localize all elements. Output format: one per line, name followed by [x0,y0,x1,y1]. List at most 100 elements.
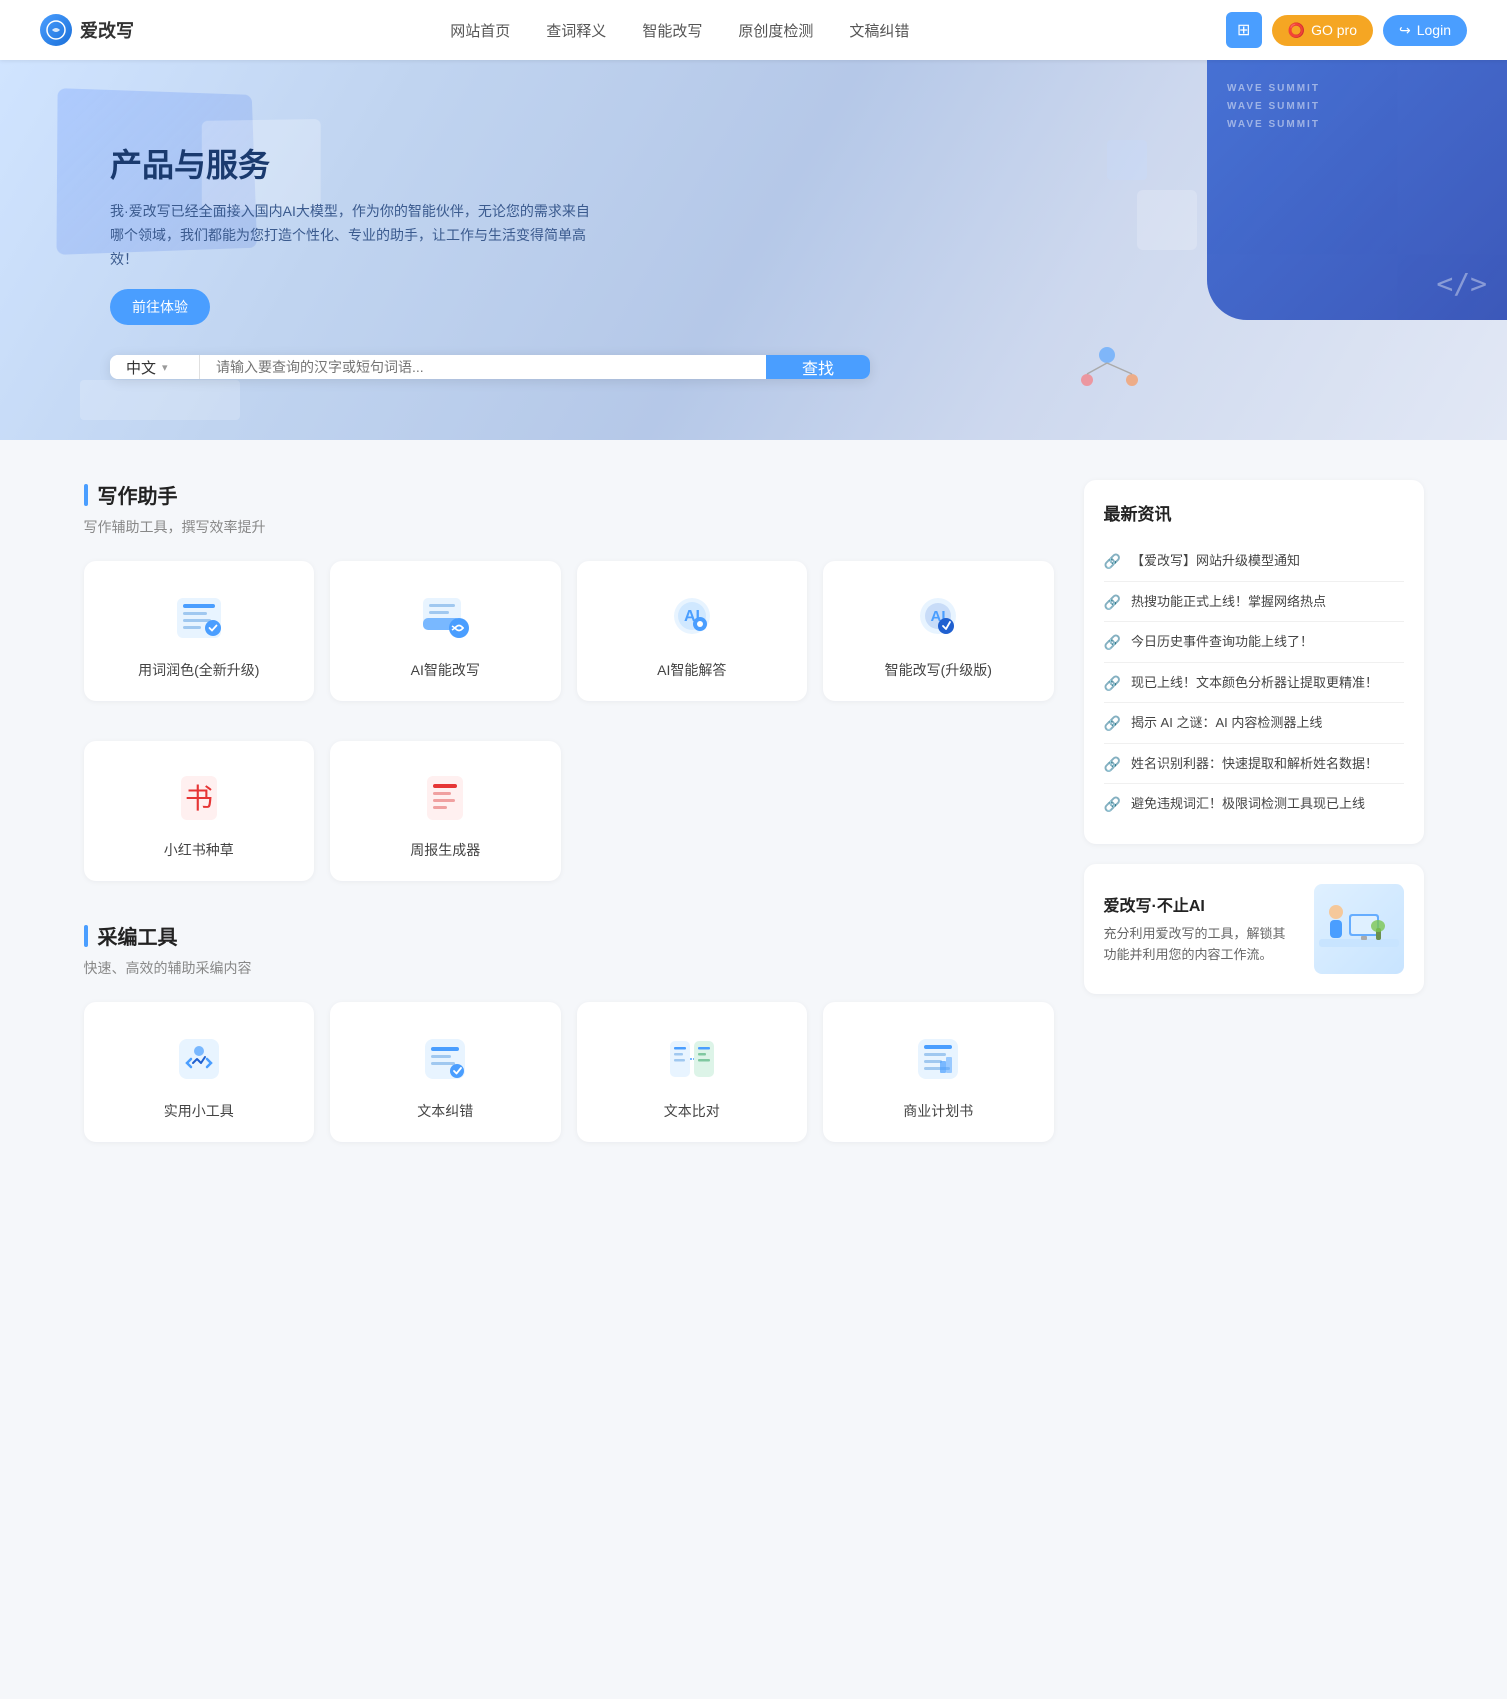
news-text-4: 揭示 AI 之谜：AI 内容检测器上线 [1131,713,1322,733]
news-text-6: 避免违规词汇！极限词检测工具现已上线 [1131,794,1365,814]
tool-ai-rewrite-label: AI智能改写 [411,660,480,680]
nav-rewrite[interactable]: 智能改写 [642,20,702,41]
news-text-2: 今日历史事件查询功能上线了！ [1131,632,1313,652]
news-link-icon-2: 🔗 [1104,634,1121,651]
news-text-3: 现已上线！文本颜色分析器让提取更精准！ [1131,673,1378,693]
promo-figure [1314,884,1404,974]
promo-desc: 充分利用爱改写的工具，解锁其功能并利用您的内容工作流。 [1104,924,1298,966]
xiaohongshu-icon: 书 [171,770,227,826]
go-pro-button[interactable]: ⭕ GO pro [1272,15,1373,46]
caipian-title: 采编工具 [98,921,178,950]
yuci-icon [171,590,227,646]
news-item-5[interactable]: 🔗 姓名识别利器：快速提取和解析姓名数据！ [1104,744,1404,785]
tool-yuci[interactable]: 用词润色(全新升级) [84,561,315,701]
news-text-5: 姓名识别利器：快速提取和解析姓名数据！ [1131,754,1378,774]
login-label: Login [1417,22,1451,38]
ai-answer-icon: AI [664,590,720,646]
news-box: 最新资讯 🔗 【爱改写】网站升级模型通知 🔗 热搜功能正式上线！掌握网络热点 🔗… [1084,480,1424,844]
caipian-section: 采编工具 快速、高效的辅助采编内容 实用小工具 [84,921,1054,1142]
text-correct-icon [417,1031,473,1087]
tool-ai-rewrite[interactable]: AI智能改写 [330,561,561,701]
tool-ai-upgrade[interactable]: AI 智能改写(升级版) [823,561,1054,701]
news-item-0[interactable]: 🔗 【爱改写】网站升级模型通知 [1104,541,1404,582]
tool-text-compare-label: 文本比对 [664,1101,720,1121]
left-column: 写作助手 写作辅助工具，撰写效率提升 [84,480,1054,1182]
tool-utilities[interactable]: 实用小工具 [84,1002,315,1142]
news-link-icon-6: 🔗 [1104,796,1121,813]
hero-deco-3 [80,380,240,420]
caipian-subtitle: 快速、高效的辅助采编内容 [84,958,1054,978]
tool-text-compare[interactable]: 文本比对 [577,1002,808,1142]
news-item-2[interactable]: 🔗 今日历史事件查询功能上线了！ [1104,622,1404,663]
svg-text:书: 书 [185,783,213,814]
writing-tools-grid: 用词润色(全新升级) [84,561,1054,701]
ai-rewrite-icon [417,590,473,646]
try-button[interactable]: 前往体验 [110,289,210,325]
tool-business-plan[interactable]: 商业计划书 [823,1002,1054,1142]
search-input[interactable] [200,355,766,379]
promo-title: 爱改写·不止AI [1104,892,1298,916]
login-button[interactable]: ↪ Login [1383,15,1467,46]
writing-accent [84,484,88,506]
main-nav: 网站首页 查词释义 智能改写 原创度检测 文稿纠错 [450,20,909,41]
news-link-icon-1: 🔗 [1104,594,1121,611]
news-title: 最新资讯 [1104,500,1404,525]
writing-section: 写作助手 写作辅助工具，撰写效率提升 [84,480,1054,881]
nav-dict[interactable]: 查词释义 [546,20,606,41]
news-item-3[interactable]: 🔗 现已上线！文本颜色分析器让提取更精准！ [1104,663,1404,704]
news-item-1[interactable]: 🔗 热搜功能正式上线！掌握网络热点 [1104,582,1404,623]
main-content: 写作助手 写作辅助工具，撰写效率提升 [54,440,1454,1222]
news-link-icon-3: 🔗 [1104,675,1121,692]
writing-title-row: 写作助手 [84,480,1054,509]
go-pro-icon: ⭕ [1288,22,1305,39]
logo-text: 爱改写 [80,17,134,43]
ai-upgrade-icon: AI [910,590,966,646]
tool-text-correct-label: 文本纠错 [417,1101,473,1121]
tool-text-correct[interactable]: 文本纠错 [330,1002,561,1142]
tool-ai-upgrade-label: 智能改写(升级版) [885,660,992,680]
hero-desc: 我·爱改写已经全面接入国内AI大模型，作为你的智能伙伴，无论您的需求来自哪个领域… [110,200,590,271]
logo[interactable]: 爱改写 [40,14,134,46]
tool-xiaohongshu-label: 小红书种草 [164,840,234,860]
navbar-actions: ⊞ ⭕ GO pro ↪ Login [1226,12,1467,48]
news-text-0: 【爱改写】网站升级模型通知 [1131,551,1300,571]
caipian-accent [84,925,88,947]
caipian-tools-grid: 实用小工具 文本纠错 [84,1002,1054,1142]
search-language-selector[interactable]: 中文 ▾ [110,355,200,379]
search-bar: 中文 ▾ 查找 [110,355,870,379]
tool-xiaohongshu[interactable]: 书 小红书种草 [84,741,315,881]
nav-proofread[interactable]: 文稿纠错 [849,20,909,41]
writing-subtitle: 写作辅助工具，撰写效率提升 [84,517,1054,537]
tool-weekly-report[interactable]: 周报生成器 [330,741,561,881]
grid-button[interactable]: ⊞ [1226,12,1262,48]
hero-section: WAVE SUMMITWAVE SUMMITWAVE SUMMIT </> 产品… [0,60,1507,440]
news-list: 🔗 【爱改写】网站升级模型通知 🔗 热搜功能正式上线！掌握网络热点 🔗 今日历史… [1104,541,1404,824]
tool-business-plan-label: 商业计划书 [903,1101,973,1121]
news-text-1: 热搜功能正式上线！掌握网络热点 [1131,592,1326,612]
search-lang-label: 中文 [126,357,156,378]
weekly-report-icon [417,770,473,826]
news-item-6[interactable]: 🔗 避免违规词汇！极限词检测工具现已上线 [1104,784,1404,824]
business-plan-icon [910,1031,966,1087]
tool-utilities-label: 实用小工具 [164,1101,234,1121]
tool-ai-answer-label: AI智能解答 [657,660,726,680]
utilities-icon [171,1031,227,1087]
logo-icon [40,14,72,46]
writing-tools-grid-2: 书 小红书种草 [84,741,1054,881]
nav-originality[interactable]: 原创度检测 [738,20,813,41]
news-item-4[interactable]: 🔗 揭示 AI 之谜：AI 内容检测器上线 [1104,703,1404,744]
right-sidebar: 最新资讯 🔗 【爱改写】网站升级模型通知 🔗 热搜功能正式上线！掌握网络热点 🔗… [1084,480,1424,1182]
news-link-icon-4: 🔗 [1104,715,1121,732]
promo-box: 爱改写·不止AI 充分利用爱改写的工具，解锁其功能并利用您的内容工作流。 [1084,864,1424,994]
tool-ai-answer[interactable]: AI AI智能解答 [577,561,808,701]
login-icon: ↪ [1399,22,1411,39]
tool-yuci-label: 用词润色(全新升级) [138,660,259,680]
text-compare-icon [664,1031,720,1087]
chevron-down-icon: ▾ [162,361,168,374]
caipian-title-row: 采编工具 [84,921,1054,950]
nav-home[interactable]: 网站首页 [450,20,510,41]
hero-title: 产品与服务 [110,140,1507,186]
search-button[interactable]: 查找 [766,355,870,379]
navbar: 爱改写 网站首页 查词释义 智能改写 原创度检测 文稿纠错 ⊞ ⭕ GO pro… [0,0,1507,60]
tool-weekly-report-label: 周报生成器 [410,840,480,860]
